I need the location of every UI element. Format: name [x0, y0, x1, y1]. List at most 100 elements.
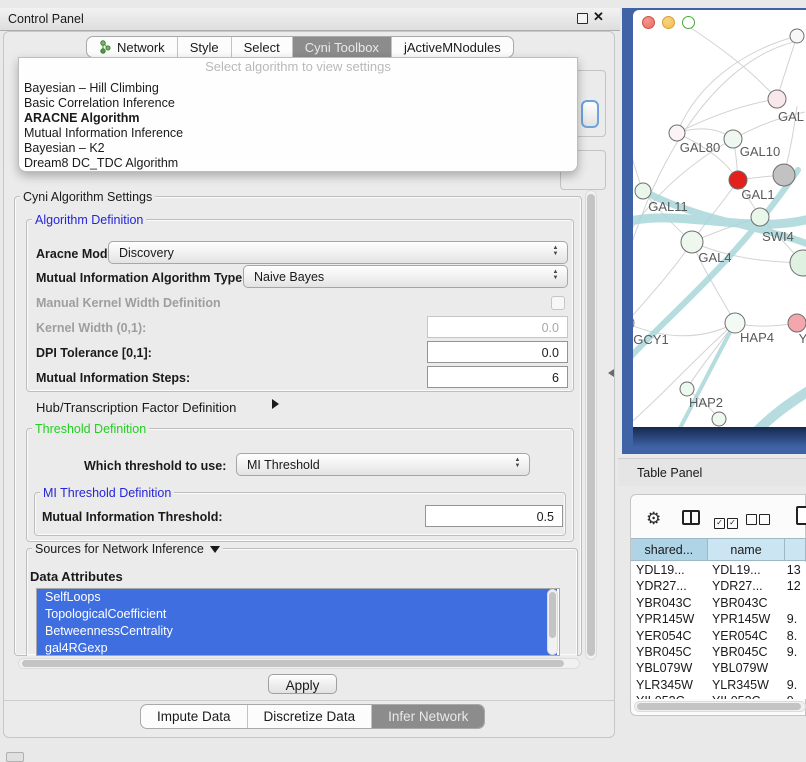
- attribute-item[interactable]: SelfLoops: [37, 589, 557, 606]
- cyni-settings-title: Cyni Algorithm Settings: [20, 190, 155, 204]
- table-row[interactable]: YBR045CYBR045C9.: [631, 644, 806, 660]
- table-row[interactable]: YIL052CYIL052C9.: [631, 693, 806, 699]
- columns-icon[interactable]: [682, 510, 700, 525]
- network-node[interactable]: [790, 29, 804, 43]
- dropdown-item[interactable]: Dream8 DC_TDC Algorithm: [23, 156, 573, 171]
- settings-vertical-scrollbar[interactable]: [585, 190, 597, 660]
- mi-threshold-field[interactable]: 0.5: [425, 505, 563, 527]
- apply-button[interactable]: Apply: [268, 674, 337, 694]
- dpi-tolerance-label: DPI Tolerance [0,1]:: [36, 346, 152, 360]
- tab-impute-data[interactable]: Impute Data: [141, 705, 248, 728]
- network-node[interactable]: [768, 90, 786, 108]
- tab-select[interactable]: Select: [232, 37, 293, 57]
- hub-expand-icon[interactable]: [272, 399, 279, 409]
- dropdown-item[interactable]: Bayesian – K2: [23, 141, 573, 156]
- network-node[interactable]: [751, 208, 769, 226]
- threshold-definition-title: Threshold Definition: [32, 422, 149, 436]
- tab-discretize-data[interactable]: Discretize Data: [248, 705, 373, 728]
- network-node[interactable]: [680, 382, 694, 396]
- network-node[interactable]: [633, 315, 634, 331]
- table-horizontal-scrollbar[interactable]: [634, 701, 806, 712]
- zoom-traffic-light[interactable]: [682, 16, 695, 29]
- minimized-panel-button[interactable]: [6, 752, 24, 762]
- dropdown-item[interactable]: Mutual Information Inference: [23, 126, 573, 141]
- settings-horizontal-scrollbar[interactable]: [18, 658, 580, 669]
- table-row[interactable]: YBR043CYBR043C: [631, 595, 806, 611]
- network-node[interactable]: [712, 412, 726, 426]
- column-header-shared-name[interactable]: shared...: [631, 539, 708, 560]
- minimize-traffic-light[interactable]: [662, 16, 675, 29]
- network-node[interactable]: [790, 250, 806, 276]
- attributes-scrollbar[interactable]: [547, 589, 558, 655]
- deselect-all-icon[interactable]: [746, 512, 772, 530]
- network-node[interactable]: [788, 314, 806, 332]
- close-traffic-light[interactable]: [642, 16, 655, 29]
- table-row[interactable]: YER054CYER054C8.: [631, 628, 806, 644]
- dpi-tolerance-field[interactable]: 0.0: [427, 341, 568, 363]
- network-canvas[interactable]: GALGAL80GAL10GAL1SWI4GAL11GAL4HAP4YGCY1H…: [633, 10, 806, 427]
- tab-label: jActiveMNodules: [404, 40, 501, 55]
- table-cell: YBR043C: [709, 595, 787, 611]
- kernel-width-field[interactable]: 0.0: [427, 316, 568, 338]
- tab-infer-network[interactable]: Infer Network: [372, 705, 484, 728]
- close-icon[interactable]: [593, 9, 607, 27]
- sources-title-text: Sources for Network Inference: [35, 542, 204, 556]
- dropdown-item[interactable]: Bayesian – Hill Climbing: [23, 81, 573, 96]
- panel-splitter-arrow[interactable]: [608, 369, 614, 377]
- tab-network[interactable]: Network: [87, 37, 178, 57]
- table-row[interactable]: YDL19...YDL19...13: [631, 562, 806, 578]
- select-all-icon[interactable]: [714, 512, 740, 530]
- column-header-name[interactable]: name: [708, 539, 786, 560]
- attribute-item[interactable]: BetweennessCentrality: [37, 623, 557, 640]
- column-header-partial[interactable]: [785, 539, 806, 560]
- float-window-icon[interactable]: [577, 13, 588, 24]
- table-row[interactable]: YPR145WYPR145W9.: [631, 611, 806, 627]
- tab-cyni-toolbox[interactable]: Cyni Toolbox: [293, 37, 392, 57]
- sources-collapse-icon[interactable]: [210, 546, 220, 553]
- mi-type-value: Naive Bayes: [254, 270, 324, 284]
- manual-kernel-checkbox[interactable]: [551, 296, 565, 310]
- network-node-label: GAL10: [740, 144, 780, 159]
- tab-style[interactable]: Style: [178, 37, 232, 57]
- network-node[interactable]: [773, 164, 795, 186]
- aracne-mode-value: Discovery: [119, 246, 174, 260]
- dropdown-item[interactable]: Basic Correlation Inference: [23, 96, 573, 111]
- network-window-bottom-shadow: [633, 427, 806, 447]
- stepper-arrows-icon: [551, 269, 560, 281]
- stepper-arrows-icon: [513, 457, 522, 469]
- table-cell: YIL052C: [709, 693, 787, 699]
- mi-steps-field[interactable]: 6: [427, 366, 568, 388]
- focused-combo-fragment[interactable]: [581, 100, 599, 128]
- network-node-label: HAP4: [740, 330, 774, 345]
- network-node[interactable]: [635, 183, 651, 199]
- table-cell: 13: [787, 562, 806, 578]
- which-threshold-label: Which threshold to use:: [84, 459, 226, 473]
- network-icon: [99, 40, 112, 55]
- table-cell: [787, 660, 806, 676]
- algorithm-dropdown-popup: Select algorithm to view settings Bayesi…: [18, 57, 578, 172]
- network-graph: GALGAL80GAL10GAL1SWI4GAL11GAL4HAP4YGCY1H…: [633, 10, 806, 427]
- tab-label: Style: [190, 40, 219, 55]
- aracne-mode-select[interactable]: Discovery: [108, 241, 568, 264]
- table-cell: 12: [787, 578, 806, 594]
- network-node[interactable]: [669, 125, 685, 141]
- network-node-label: HAP2: [689, 395, 723, 410]
- divider: [4, 700, 614, 701]
- table-row[interactable]: YBL079WYBL079W: [631, 660, 806, 676]
- table-row[interactable]: YDR27...YDR27...12: [631, 578, 806, 594]
- attribute-item[interactable]: TopologicalCoefficient: [37, 606, 557, 623]
- which-threshold-select[interactable]: MI Threshold: [236, 453, 530, 476]
- dropdown-item-selected[interactable]: ARACNE Algorithm: [23, 111, 573, 126]
- hub-section-label: Hub/Transcription Factor Definition: [36, 400, 236, 415]
- mi-type-select[interactable]: Naive Bayes: [243, 265, 568, 288]
- new-table-icon[interactable]: [796, 506, 806, 525]
- gear-icon[interactable]: [646, 510, 661, 527]
- network-node-label: GAL4: [698, 250, 731, 265]
- tab-jactivemnodules[interactable]: jActiveMNodules: [392, 37, 513, 57]
- cyni-bottom-tabs: Impute Data Discretize Data Infer Networ…: [140, 704, 485, 729]
- table-cell: 9.: [787, 644, 806, 660]
- table-cell: 8.: [787, 628, 806, 644]
- table-row[interactable]: YLR345WYLR345W9.: [631, 677, 806, 693]
- table-cell: 9.: [787, 611, 806, 627]
- attribute-item[interactable]: gal4RGexp: [37, 640, 557, 656]
